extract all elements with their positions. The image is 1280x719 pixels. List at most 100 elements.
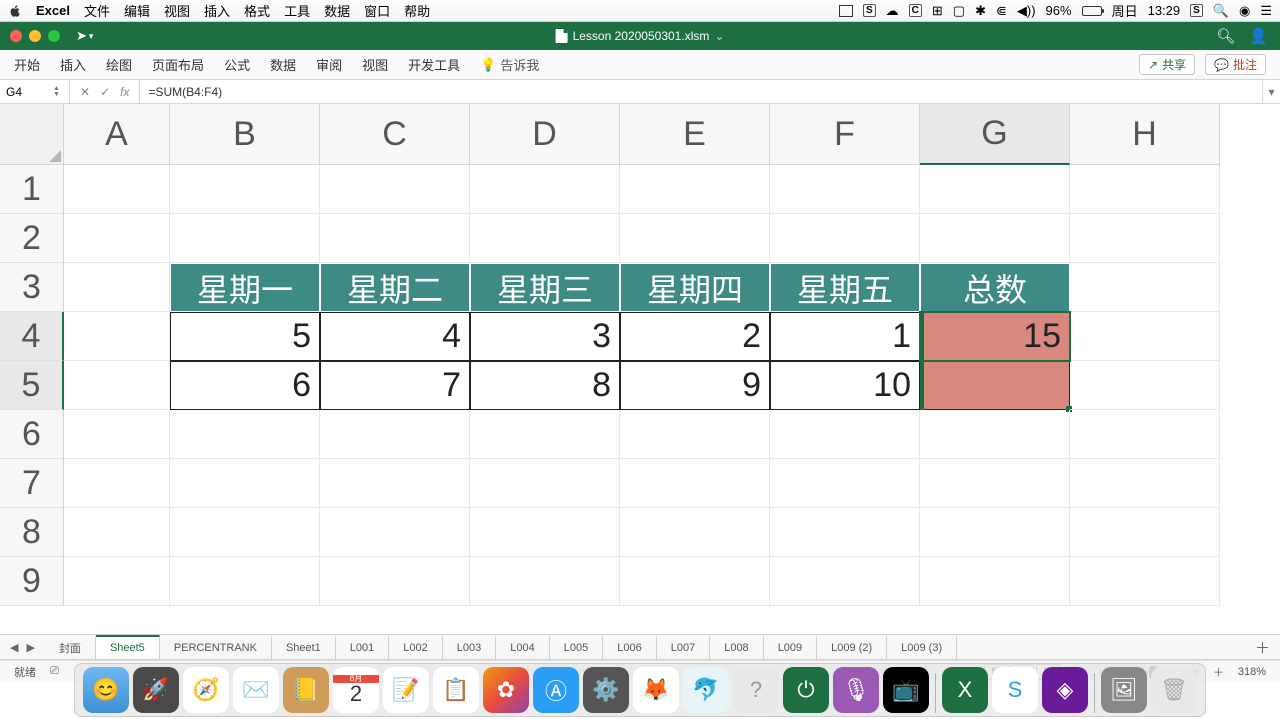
sheet-tab-L002[interactable]: L002 <box>389 635 442 659</box>
cell-E3[interactable]: 星期四 <box>620 263 770 312</box>
row-header-8[interactable]: 8 <box>0 508 64 557</box>
sheet-tab-L009-(3)[interactable]: L009 (3) <box>887 635 957 659</box>
dock-snagit[interactable]: S <box>992 667 1038 713</box>
cell-F6[interactable] <box>770 410 920 459</box>
sheet-tab-L008[interactable]: L008 <box>710 635 763 659</box>
cell-H1[interactable] <box>1070 165 1220 214</box>
cell-F2[interactable] <box>770 214 920 263</box>
clock-time[interactable]: 13:29 <box>1148 3 1181 18</box>
dock-notes[interactable]: 📝 <box>383 667 429 713</box>
search-icon[interactable]: 🔍︎ <box>1216 27 1235 45</box>
formula-input[interactable]: =SUM(B4:F4) <box>140 85 1262 99</box>
clock-day[interactable]: 周日 <box>1112 1 1138 20</box>
tab-layout[interactable]: 页面布局 <box>152 55 204 74</box>
cell-D4[interactable]: 3 <box>470 312 620 361</box>
menu-view[interactable]: 视图 <box>164 1 190 20</box>
status-c-icon[interactable]: C <box>909 4 922 17</box>
cell-C6[interactable] <box>320 410 470 459</box>
sheet-tab-Sheet1[interactable]: Sheet1 <box>272 635 336 659</box>
row-header-6[interactable]: 6 <box>0 410 64 459</box>
cell-F1[interactable] <box>770 165 920 214</box>
dock-tv[interactable]: 📺 <box>883 667 929 713</box>
row-header-2[interactable]: 2 <box>0 214 64 263</box>
cell-G7[interactable] <box>920 459 1070 508</box>
column-header-B[interactable]: B <box>170 104 320 165</box>
grid-icon[interactable]: ⊞ <box>932 3 943 19</box>
dock-folder[interactable]: 🖼 <box>1101 667 1147 713</box>
dock-reminders[interactable]: 📋 <box>433 667 479 713</box>
apple-icon[interactable] <box>8 4 22 18</box>
cell-F3[interactable]: 星期五 <box>770 263 920 312</box>
cell-C7[interactable] <box>320 459 470 508</box>
dock-app[interactable]: ◈ <box>1042 667 1088 713</box>
cell-G8[interactable] <box>920 508 1070 557</box>
cell-A4[interactable] <box>64 312 170 361</box>
column-header-G[interactable]: G <box>920 104 1070 165</box>
dock-launchpad[interactable]: 🚀 <box>133 667 179 713</box>
tab-developer[interactable]: 开发工具 <box>408 55 460 74</box>
zoom-percent[interactable]: 318% <box>1238 666 1266 678</box>
cell-F4[interactable]: 1 <box>770 312 920 361</box>
cell-G1[interactable] <box>920 165 1070 214</box>
volume-icon[interactable]: ◀)) <box>1017 3 1036 19</box>
wifi-icon[interactable]: ⋐ <box>996 3 1007 19</box>
column-header-A[interactable]: A <box>64 104 170 165</box>
airplay-icon[interactable]: ▢ <box>953 3 965 19</box>
menu-help[interactable]: 帮助 <box>404 1 430 20</box>
bluetooth-icon[interactable]: ✱ <box>975 3 986 19</box>
menu-tools[interactable]: 工具 <box>284 1 310 20</box>
cell-C3[interactable]: 星期二 <box>320 263 470 312</box>
app-name[interactable]: Excel <box>36 3 70 18</box>
sheet-tab-L009[interactable]: L009 <box>764 635 817 659</box>
column-header-H[interactable]: H <box>1070 104 1220 165</box>
cell-B6[interactable] <box>170 410 320 459</box>
row-header-9[interactable]: 9 <box>0 557 64 606</box>
cell-E6[interactable] <box>620 410 770 459</box>
dock-help[interactable]: ? <box>733 667 779 713</box>
cell-G4[interactable]: 15 <box>920 312 1070 361</box>
cell-D5[interactable]: 8 <box>470 361 620 410</box>
zoom-in-button[interactable]: ＋ <box>1213 664 1224 680</box>
sheet-tab-L004[interactable]: L004 <box>496 635 549 659</box>
cloud-icon[interactable]: ☁︎ <box>886 3 899 19</box>
name-box[interactable]: G4 ▲▼ <box>0 80 70 103</box>
sheet-tab-L006[interactable]: L006 <box>603 635 656 659</box>
sheet-prev-icon[interactable]: ◀ <box>10 641 18 654</box>
menu-edit[interactable]: 编辑 <box>124 1 150 20</box>
menu-file[interactable]: 文件 <box>84 1 110 20</box>
cell-F8[interactable] <box>770 508 920 557</box>
account-icon[interactable]: 👤 <box>1249 27 1268 45</box>
cell-A6[interactable] <box>64 410 170 459</box>
sheet-tab-封面[interactable]: 封面 <box>45 635 96 659</box>
spreadsheet-grid[interactable]: ABCDEFGH 123456789 星期一星期二星期三星期四星期五总数5432… <box>0 104 1280 634</box>
column-header-C[interactable]: C <box>320 104 470 165</box>
dock-firefox[interactable]: 🦊 <box>633 667 679 713</box>
cell-G2[interactable] <box>920 214 1070 263</box>
input-icon[interactable] <box>839 5 853 17</box>
cell-A7[interactable] <box>64 459 170 508</box>
cell-A9[interactable] <box>64 557 170 606</box>
dock-podcasts[interactable]: 🎙 <box>833 667 879 713</box>
cell-G9[interactable] <box>920 557 1070 606</box>
cell-H4[interactable] <box>1070 312 1220 361</box>
cell-B5[interactable]: 6 <box>170 361 320 410</box>
cell-A2[interactable] <box>64 214 170 263</box>
cell-E5[interactable]: 9 <box>620 361 770 410</box>
cell-E8[interactable] <box>620 508 770 557</box>
sheet-tab-L001[interactable]: L001 <box>336 635 389 659</box>
tab-formula[interactable]: 公式 <box>224 55 250 74</box>
cell-B2[interactable] <box>170 214 320 263</box>
dock-excel[interactable]: X <box>942 667 988 713</box>
column-header-E[interactable]: E <box>620 104 770 165</box>
cell-A5[interactable] <box>64 361 170 410</box>
sheet-tab-L009-(2)[interactable]: L009 (2) <box>817 635 887 659</box>
column-header-F[interactable]: F <box>770 104 920 165</box>
dock-appstore[interactable]: Ⓐ <box>533 667 579 713</box>
formula-expand-icon[interactable]: ▾ <box>1262 80 1280 103</box>
cell-C1[interactable] <box>320 165 470 214</box>
cell-B3[interactable]: 星期一 <box>170 263 320 312</box>
cell-G6[interactable] <box>920 410 1070 459</box>
macro-record-icon[interactable]: ⎚ <box>50 665 59 678</box>
tab-data[interactable]: 数据 <box>270 55 296 74</box>
siri-icon[interactable]: ◉ <box>1239 3 1250 19</box>
